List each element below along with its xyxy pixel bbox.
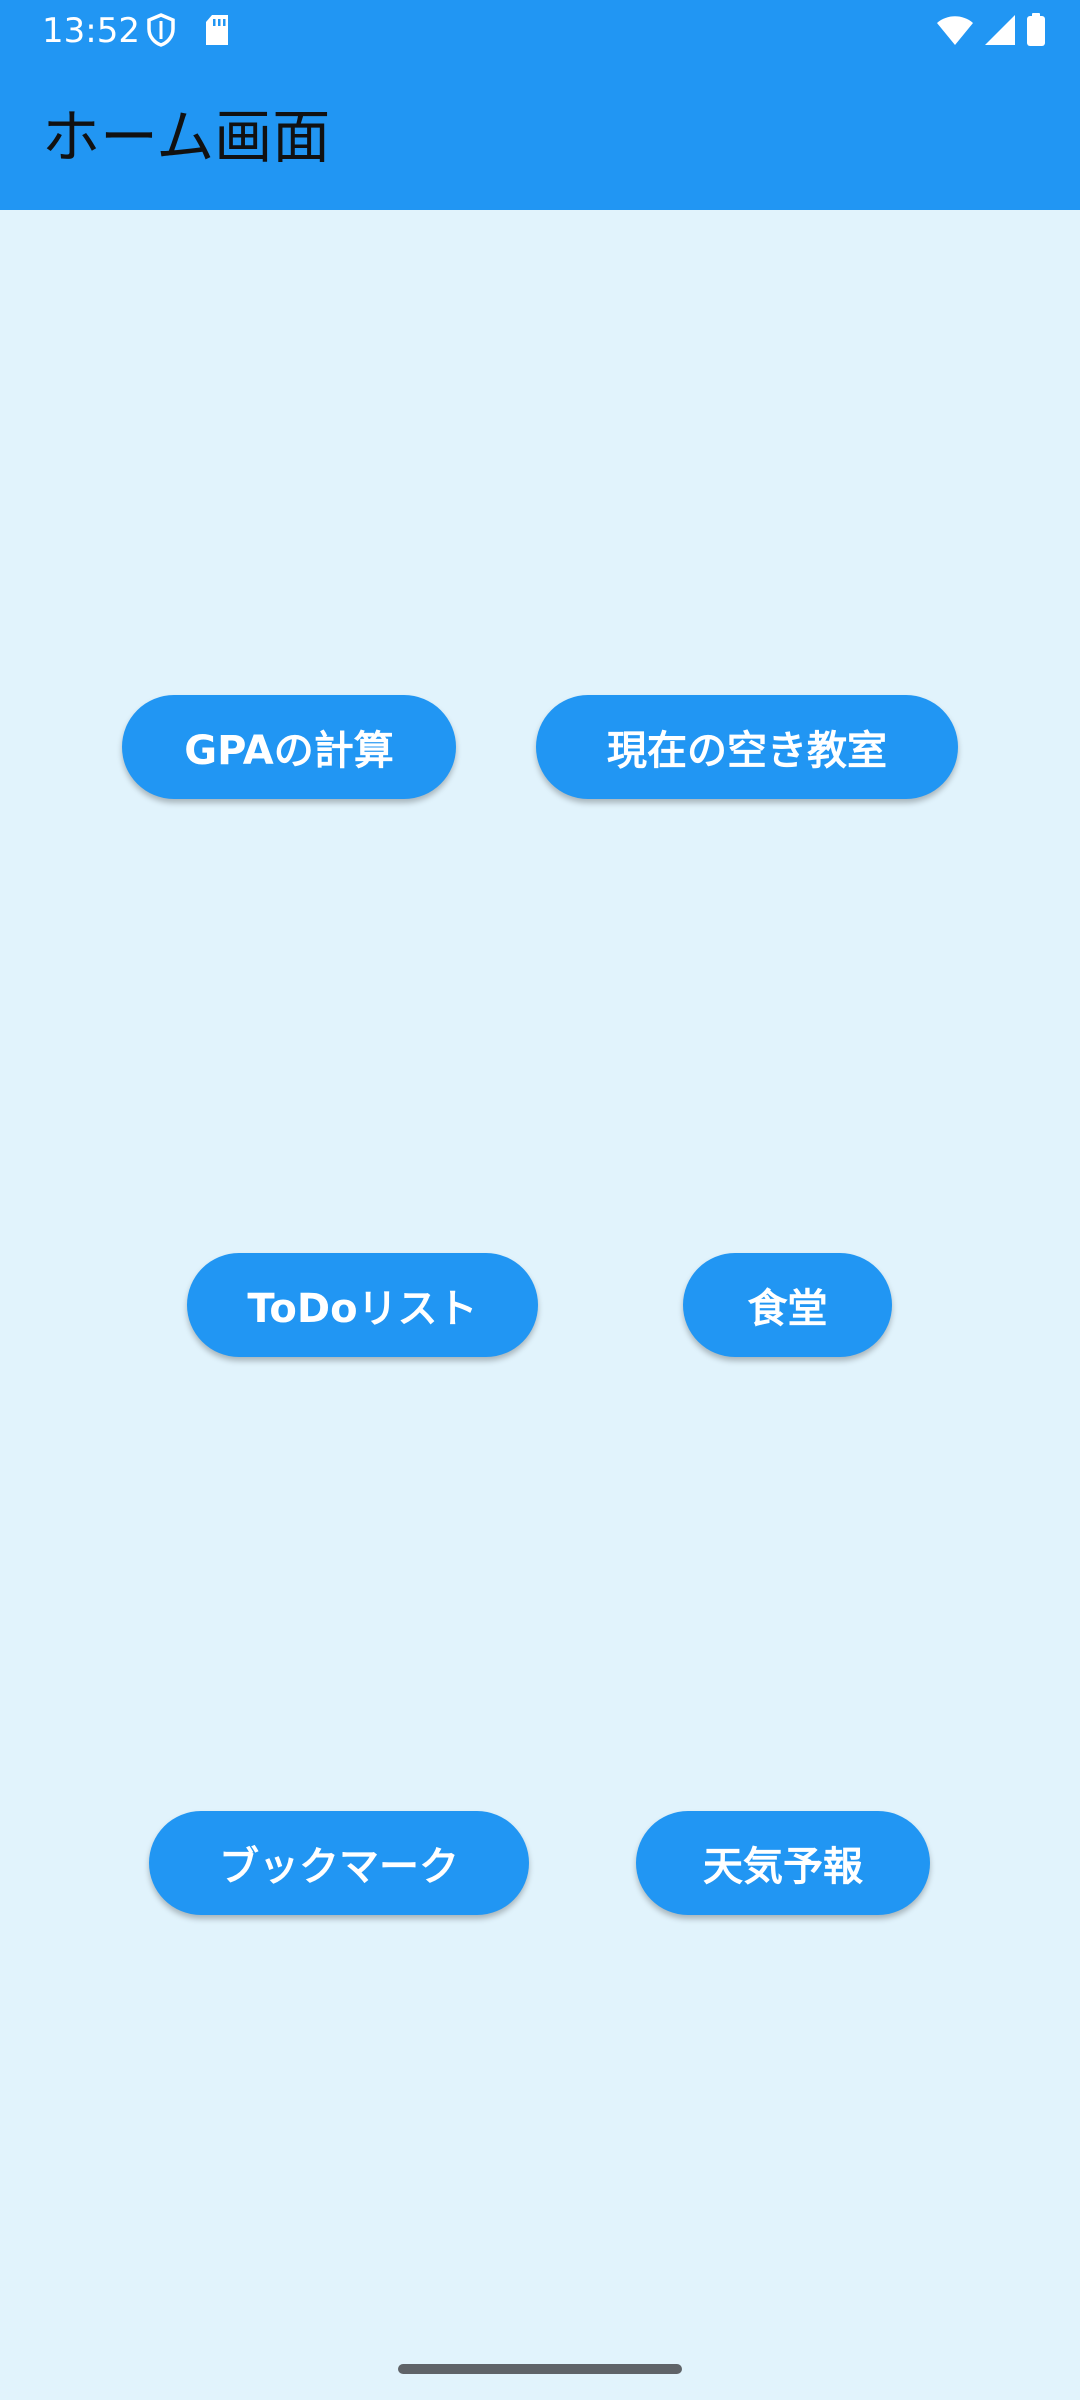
signal-icon (984, 14, 1016, 50)
sd-card-icon (204, 14, 230, 50)
battery-icon (1026, 13, 1046, 51)
gpa-calculation-button[interactable]: GPAの計算 (122, 695, 456, 799)
wifi-icon (936, 14, 974, 50)
page-title: ホーム画面 (42, 103, 331, 171)
status-time: 13:52 (42, 11, 140, 51)
status-bar: 13:52 (0, 0, 1080, 62)
cafeteria-button[interactable]: 食堂 (683, 1253, 892, 1357)
todo-list-button[interactable]: ToDoリスト (187, 1253, 538, 1357)
empty-classroom-button[interactable]: 現在の空き教室 (536, 695, 958, 799)
bookmark-button[interactable]: ブックマーク (149, 1811, 529, 1915)
status-left-icons (146, 13, 230, 51)
status-right-icons (936, 13, 1046, 51)
app-bar: ホーム画面 (0, 62, 1080, 210)
shield-icon (146, 13, 176, 51)
gesture-nav-handle[interactable] (398, 2364, 682, 2374)
weather-forecast-button[interactable]: 天気予報 (636, 1811, 930, 1915)
